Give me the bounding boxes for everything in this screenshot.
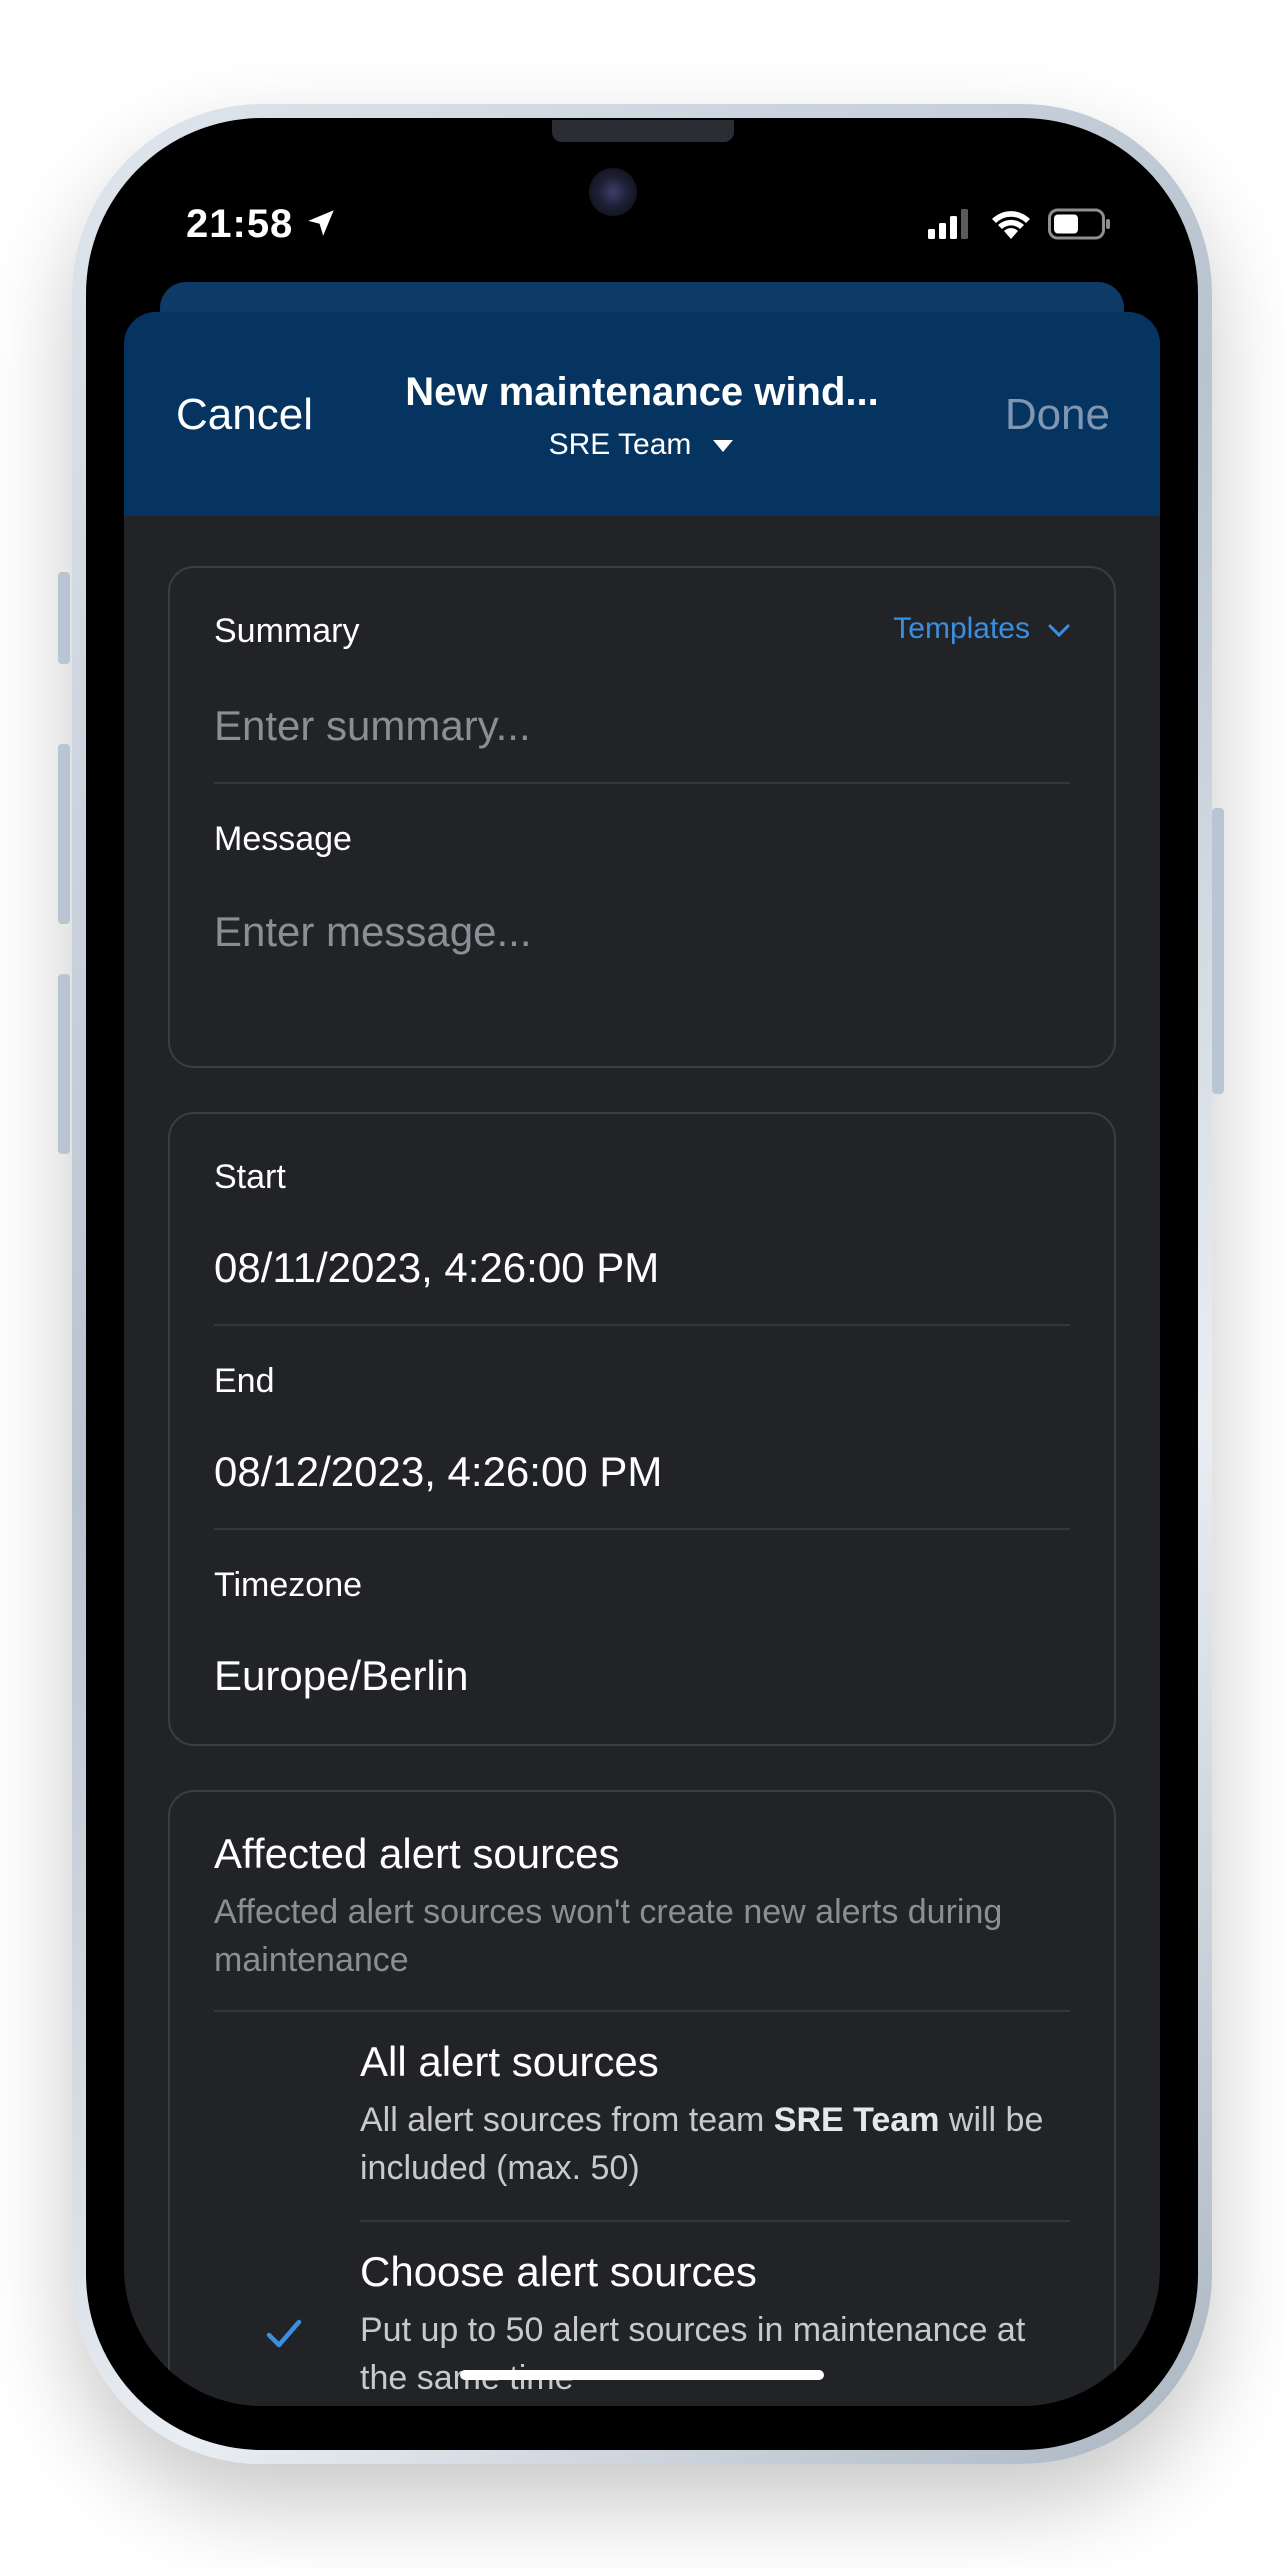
timezone-label: Timezone [214, 1566, 363, 1604]
timezone-field[interactable]: Europe/Berlin [214, 1652, 468, 1700]
checkmark-icon [266, 2318, 302, 2355]
divider [214, 782, 1070, 784]
option-title: All alert sources [360, 2038, 659, 2085]
templates-button[interactable]: Templates [893, 612, 1070, 646]
end-label: End [214, 1362, 275, 1400]
location-arrow-icon [304, 206, 338, 245]
divider [214, 1528, 1070, 1530]
front-camera [589, 168, 637, 216]
chevron-down-icon [1048, 612, 1070, 646]
earpiece-speaker [552, 120, 734, 142]
phone-screen: 21:58 Cancel New maintenance wind... SRE… [124, 156, 1160, 2406]
start-label: Start [214, 1158, 286, 1196]
wifi-icon [990, 208, 1032, 245]
alert-sources-description: Affected alert sources won't create new … [214, 1893, 1003, 1979]
status-icons [928, 208, 1112, 245]
maintenance-sheet: Cancel New maintenance wind... SRE Team … [124, 312, 1160, 2406]
alert-sources-title: Affected alert sources [214, 1830, 620, 1877]
nav-bar: Cancel New maintenance wind... SRE Team … [124, 312, 1160, 516]
divider [214, 1324, 1070, 1326]
message-label: Message [214, 820, 352, 858]
message-input[interactable]: Enter message... [214, 908, 531, 956]
option-description: All alert sources from team SRE Team wil… [360, 2101, 1044, 2187]
summary-label: Summary [214, 612, 360, 650]
option-title: Choose alert sources [360, 2248, 757, 2295]
caret-down-icon [711, 428, 735, 462]
divider [360, 2220, 1070, 2222]
done-button[interactable]: Done [1005, 390, 1110, 440]
schedule-card: Start 08/11/2023, 4:26:00 PM End 08/12/2… [168, 1112, 1116, 1746]
volume-up-button [58, 744, 70, 924]
power-button [1212, 808, 1224, 1094]
status-time: 21:58 [186, 202, 294, 246]
team-name: SRE Team [548, 428, 692, 461]
summary-input[interactable]: Enter summary... [214, 702, 531, 750]
mute-switch [58, 572, 70, 664]
home-indicator[interactable] [460, 2370, 824, 2380]
option-description: Put up to 50 alert sources in maintenanc… [360, 2311, 1026, 2397]
start-datetime-field[interactable]: 08/11/2023, 4:26:00 PM [214, 1244, 659, 1292]
notch [426, 156, 858, 254]
volume-down-button [58, 974, 70, 1154]
alert-sources-card: Affected alert sources Affected alert so… [168, 1790, 1116, 2406]
summary-card: Summary Templates Enter summary... Messa… [168, 566, 1116, 1068]
templates-label: Templates [893, 612, 1030, 645]
end-datetime-field[interactable]: 08/12/2023, 4:26:00 PM [214, 1448, 662, 1496]
battery-icon [1048, 208, 1112, 245]
cellular-signal-icon [928, 209, 974, 244]
divider [214, 2010, 1070, 2012]
